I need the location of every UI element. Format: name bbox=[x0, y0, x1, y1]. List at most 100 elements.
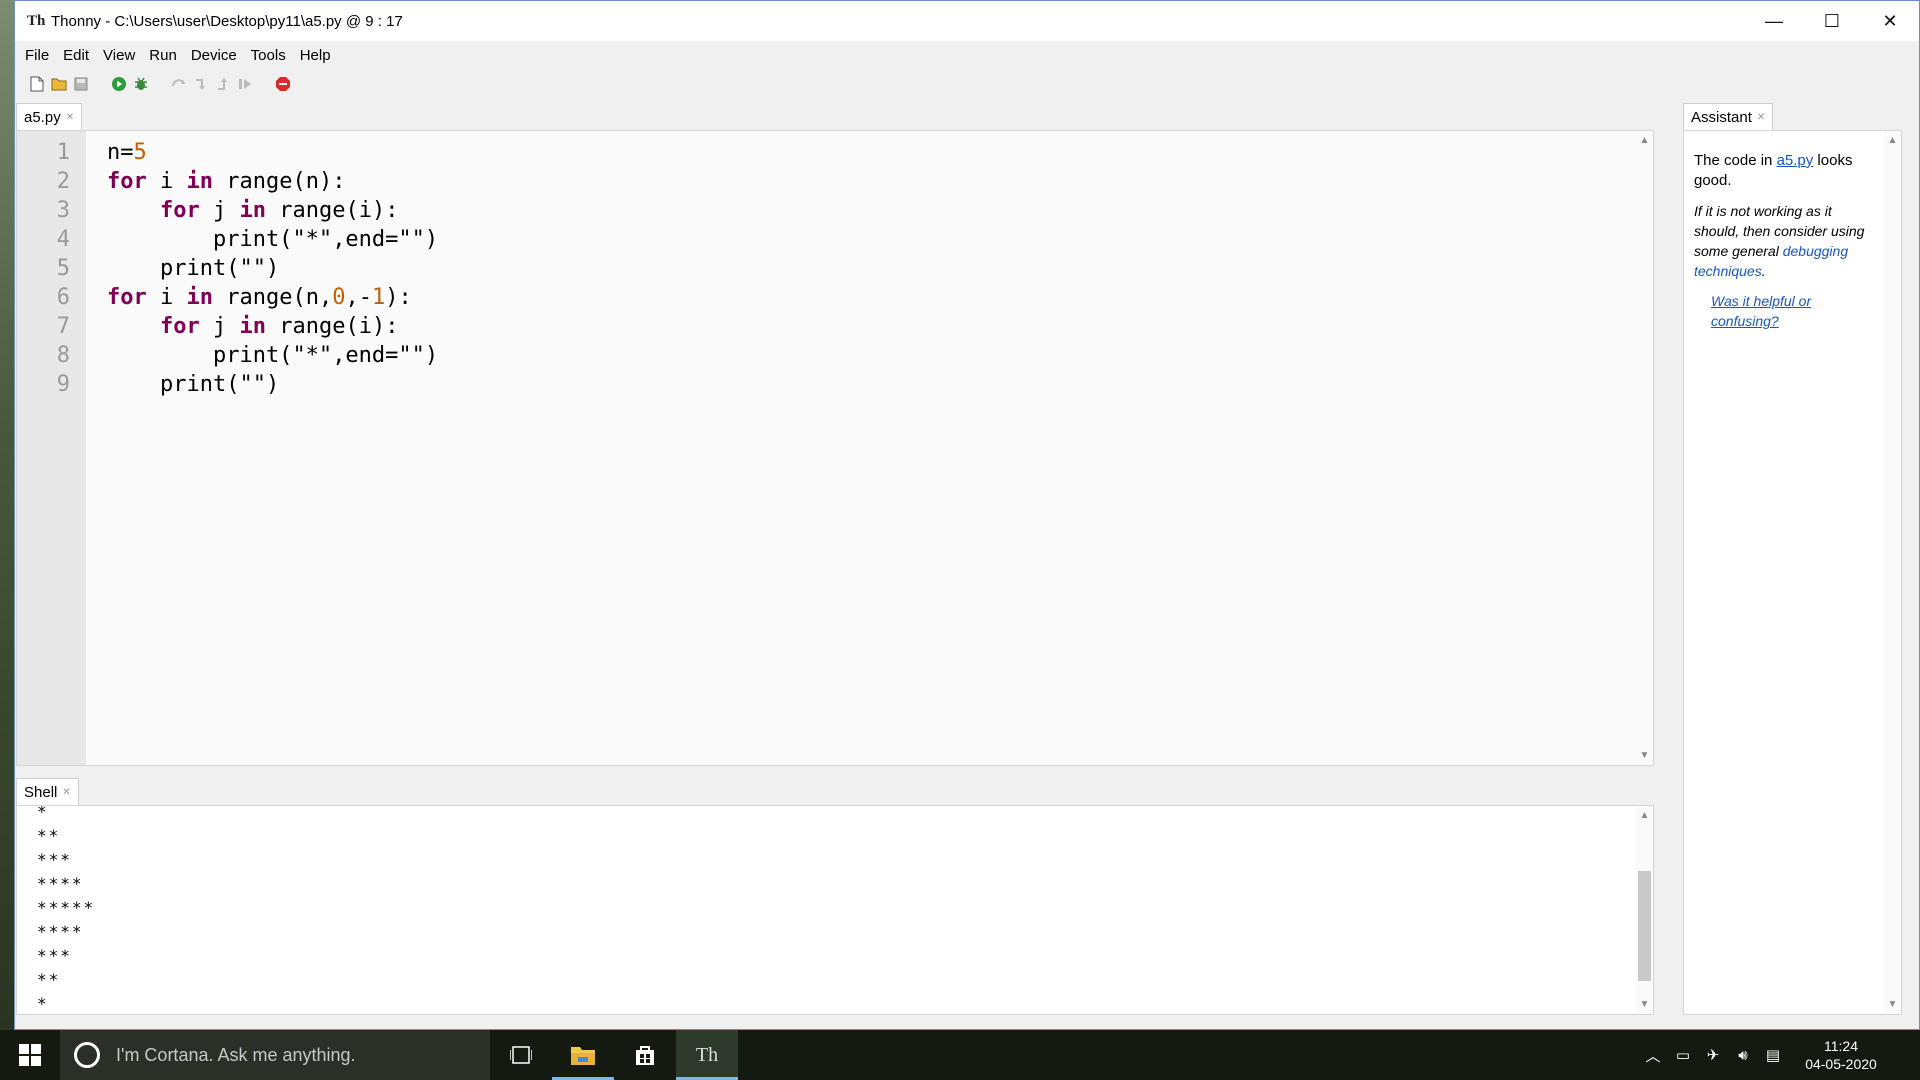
menu-edit[interactable]: Edit bbox=[63, 47, 89, 64]
editor-scrollbar[interactable]: ▲ ▼ bbox=[1636, 131, 1653, 765]
shell-scrollbar[interactable]: ▲ ▼ bbox=[1636, 806, 1653, 1014]
shell-output-line: *** bbox=[37, 850, 72, 869]
clock-time: 11:24 bbox=[1824, 1038, 1858, 1054]
menu-view[interactable]: View bbox=[103, 47, 135, 64]
volume-icon[interactable]: 🔊︎ bbox=[1728, 1047, 1758, 1064]
close-tab-icon[interactable]: ✕ bbox=[66, 112, 74, 123]
code-line: for j in range(i): bbox=[159, 198, 399, 223]
menu-tools[interactable]: Tools bbox=[251, 47, 286, 64]
code-line: for i in range(n,0,-1): bbox=[107, 285, 412, 310]
battery-icon[interactable]: ▭ bbox=[1668, 1046, 1698, 1064]
taskbar: I'm Cortana. Ask me anything. Th ︿ ▭ ✈ 🔊… bbox=[0, 1030, 1920, 1080]
scroll-up-icon[interactable]: ▲ bbox=[1636, 135, 1653, 146]
chevron-up-icon[interactable]: ︿ bbox=[1638, 1045, 1668, 1066]
airplane-icon[interactable]: ✈ bbox=[1698, 1046, 1728, 1064]
tab-label: a5.py bbox=[24, 108, 61, 126]
task-view-icon bbox=[510, 1046, 532, 1064]
cortana-icon bbox=[74, 1042, 100, 1068]
close-tab-icon[interactable]: ✕ bbox=[62, 787, 70, 798]
thonny-app-icon: Th bbox=[27, 13, 46, 29]
scroll-thumb[interactable] bbox=[1638, 871, 1651, 981]
run-icon[interactable] bbox=[111, 76, 127, 92]
search-placeholder: I'm Cortana. Ask me anything. bbox=[116, 1044, 356, 1065]
code-line: n=5 bbox=[107, 140, 147, 165]
clock-date: 04-05-2020 bbox=[1805, 1056, 1877, 1072]
shell-panel[interactable]: * ** *** **** ***** **** *** ** * ▲ ▼ bbox=[16, 805, 1654, 1015]
store-icon bbox=[636, 1046, 654, 1065]
resume-icon[interactable] bbox=[237, 76, 253, 92]
line-number: 8 bbox=[56, 343, 70, 368]
shell-output-line: * bbox=[37, 994, 49, 1013]
scroll-up-icon[interactable]: ▲ bbox=[1636, 810, 1653, 821]
feedback-link[interactable]: Was it helpful or confusing? bbox=[1711, 291, 1874, 331]
code-line: for j in range(i): bbox=[159, 314, 399, 339]
thonny-taskbar-button[interactable]: Th bbox=[676, 1030, 738, 1080]
new-file-icon[interactable] bbox=[29, 76, 45, 92]
title-bar: Th Thonny - C:\Users\user\Desktop\py11\a… bbox=[15, 1, 1919, 41]
shell-output: * ** *** **** ***** **** *** ** * bbox=[37, 805, 96, 1014]
windows-logo-icon bbox=[19, 1044, 41, 1066]
shell-output-line: *** bbox=[37, 946, 72, 965]
tab-shell[interactable]: Shell ✕ bbox=[16, 778, 79, 805]
tab-label: Assistant bbox=[1691, 108, 1752, 126]
shell-output-line: ** bbox=[37, 826, 61, 845]
file-explorer-button[interactable] bbox=[552, 1030, 614, 1080]
close-tab-icon[interactable]: ✕ bbox=[1757, 112, 1765, 123]
line-number: 2 bbox=[56, 169, 70, 194]
code-line: print("") bbox=[107, 372, 280, 397]
stop-icon[interactable] bbox=[275, 76, 291, 92]
line-number: 9 bbox=[56, 372, 70, 397]
shell-output-line: ** bbox=[37, 970, 61, 989]
line-number: 7 bbox=[56, 314, 70, 339]
folder-icon bbox=[571, 1047, 595, 1065]
tab-assistant[interactable]: Assistant ✕ bbox=[1683, 103, 1774, 130]
assistant-hint: If it is not working as it should, then … bbox=[1694, 203, 1865, 279]
store-button[interactable] bbox=[614, 1030, 676, 1080]
assistant-panel: The code in a5.py looks good. If it is n… bbox=[1683, 130, 1902, 1015]
line-number: 5 bbox=[56, 256, 70, 281]
shell-output-line: **** bbox=[37, 922, 84, 941]
code-line: print("*",end="") bbox=[107, 343, 439, 368]
minimize-button[interactable]: — bbox=[1745, 1, 1803, 41]
window-title: Thonny - C:\Users\user\Desktop\py11\a5.p… bbox=[51, 12, 403, 30]
menu-run[interactable]: Run bbox=[149, 47, 177, 64]
tab-label: Shell bbox=[24, 783, 58, 801]
code-line: print("") bbox=[107, 256, 280, 281]
shell-output-line: ***** bbox=[37, 898, 96, 917]
open-file-icon[interactable] bbox=[51, 76, 67, 92]
assistant-message: The code in a5.py looks good. bbox=[1694, 152, 1853, 189]
maximize-button[interactable]: ☐ bbox=[1803, 1, 1861, 41]
save-icon[interactable] bbox=[73, 76, 89, 92]
menu-bar: File Edit View Run Device Tools Help bbox=[15, 41, 1919, 69]
step-out-icon[interactable] bbox=[215, 76, 231, 92]
line-number: 3 bbox=[56, 198, 70, 223]
scroll-down-icon[interactable]: ▼ bbox=[1636, 750, 1653, 761]
start-button[interactable] bbox=[0, 1030, 60, 1080]
debug-icon[interactable] bbox=[133, 76, 149, 92]
cortana-search[interactable]: I'm Cortana. Ask me anything. bbox=[60, 1030, 490, 1080]
shell-output-line: * bbox=[37, 805, 49, 821]
code-editor[interactable]: 1 2 3 4 5 6 7 8 9 n=5 for i in range(n):… bbox=[16, 130, 1654, 766]
line-number: 1 bbox=[56, 140, 70, 165]
menu-device[interactable]: Device bbox=[191, 47, 237, 64]
assistant-scrollbar[interactable]: ▲ ▼ bbox=[1884, 131, 1901, 1014]
code-line: for i in range(n): bbox=[107, 169, 346, 194]
code-area[interactable]: n=5 for i in range(n): for j in range(i)… bbox=[107, 138, 438, 399]
tab-a5-py[interactable]: a5.py ✕ bbox=[16, 103, 83, 130]
step-over-icon[interactable] bbox=[171, 76, 187, 92]
clock[interactable]: 11:24 04-05-2020 bbox=[1796, 1037, 1886, 1073]
thonny-icon: Th bbox=[695, 1043, 719, 1066]
step-into-icon[interactable] bbox=[193, 76, 209, 92]
menu-file[interactable]: File bbox=[25, 47, 49, 64]
task-view-button[interactable] bbox=[490, 1030, 552, 1080]
scroll-down-icon[interactable]: ▼ bbox=[1884, 999, 1901, 1010]
notification-icon[interactable]: ▤ bbox=[1758, 1046, 1788, 1064]
line-number: 6 bbox=[56, 285, 70, 310]
scroll-up-icon[interactable]: ▲ bbox=[1884, 135, 1901, 146]
line-number: 4 bbox=[56, 227, 70, 252]
close-button[interactable]: ✕ bbox=[1861, 1, 1919, 41]
toolbar bbox=[15, 69, 1919, 99]
scroll-down-icon[interactable]: ▼ bbox=[1636, 999, 1653, 1010]
file-link[interactable]: a5.py bbox=[1777, 152, 1814, 169]
menu-help[interactable]: Help bbox=[300, 47, 331, 64]
